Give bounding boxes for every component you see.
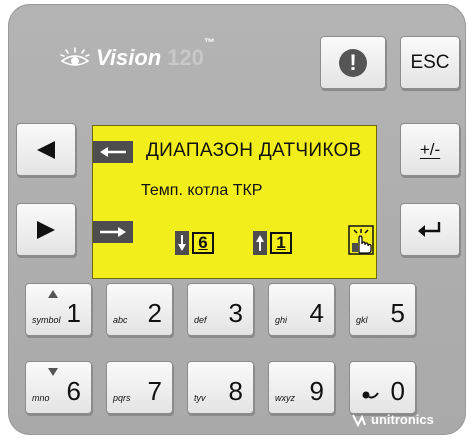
key-1[interactable]: symbol 1: [25, 283, 92, 336]
up-arrow-icon: [253, 231, 267, 255]
key-3[interactable]: def 3: [187, 283, 254, 336]
vision-eye-icon: [60, 47, 90, 66]
triangle-right-icon: [37, 220, 55, 239]
key-digit: 2: [147, 298, 162, 328]
down-indicator: 6: [175, 231, 214, 255]
info-button[interactable]: !: [320, 36, 386, 89]
down-arrow-icon: [175, 231, 189, 255]
up-triangle-icon: [48, 290, 58, 298]
plus-minus-button[interactable]: +/-: [400, 123, 460, 176]
key-2[interactable]: abc 2: [106, 283, 173, 336]
key-digit: 3: [228, 298, 243, 328]
key-6[interactable]: mno 6: [25, 361, 92, 414]
plus-minus-label: +/-: [419, 139, 441, 159]
lcd-right-arrow-indicator: [93, 221, 133, 243]
space-icon: [362, 391, 379, 399]
key-4[interactable]: ghi 4: [268, 283, 335, 336]
brand-name: Vision: [96, 45, 162, 70]
logo-text: unitronics: [371, 412, 434, 427]
key-digit: 4: [309, 298, 324, 328]
key-8[interactable]: tyv 8: [187, 361, 254, 414]
up-value: 1: [270, 232, 292, 254]
key-digit: 5: [390, 298, 405, 328]
exclamation-icon: !: [339, 48, 367, 77]
down-value: 6: [192, 232, 214, 254]
lcd-screen: ДИАПАЗОН ДАТЧИКОВ Темп. котла ТКР 6 1: [92, 125, 377, 279]
touch-hand-icon: [348, 225, 374, 255]
esc-button[interactable]: ESC: [400, 36, 460, 89]
key-digit: 0: [390, 376, 405, 406]
key-digit: 7: [147, 376, 162, 406]
key-digit: 8: [228, 376, 243, 406]
arrow-right-icon: [100, 227, 126, 237]
unitronics-logo: unitronics: [351, 412, 434, 427]
unitronics-logo-icon: [352, 414, 366, 427]
left-arrow-button[interactable]: [16, 123, 76, 176]
lcd-left-arrow-indicator: [93, 141, 133, 163]
brand: Vision 120™: [60, 37, 215, 76]
key-letters: symbol: [32, 315, 61, 325]
key-letters: ghi: [275, 315, 288, 325]
key-letters: wxyz: [275, 393, 295, 403]
esc-label: ESC: [410, 51, 450, 73]
screen-subtitle: Темп. котла ТКР: [141, 182, 263, 199]
key-letters: gkl: [356, 315, 368, 325]
arrow-left-icon: [100, 147, 126, 157]
key-letters: pqrs: [113, 393, 131, 403]
brand-model: 120™: [167, 37, 215, 70]
key-letters: mno: [32, 393, 50, 403]
key-digit: 6: [66, 376, 81, 406]
triangle-left-icon: [37, 140, 55, 159]
key-digit: 1: [66, 298, 81, 328]
down-triangle-icon: [48, 368, 58, 376]
enter-button[interactable]: [400, 203, 460, 256]
key-0[interactable]: 0: [349, 361, 416, 414]
right-arrow-button[interactable]: [16, 203, 76, 256]
key-letters: def: [194, 315, 207, 325]
key-letters: abc: [113, 315, 128, 325]
key-5[interactable]: gkl 5: [349, 283, 416, 336]
key-9[interactable]: wxyz 9: [268, 361, 335, 414]
screen-title: ДИАПАЗОН ДАТЧИКОВ: [146, 140, 362, 161]
enter-arrow-icon: [418, 221, 441, 237]
key-digit: 9: [309, 376, 324, 406]
key-letters: tyv: [194, 393, 206, 403]
up-indicator: 1: [253, 231, 292, 255]
key-7[interactable]: pqrs 7: [106, 361, 173, 414]
